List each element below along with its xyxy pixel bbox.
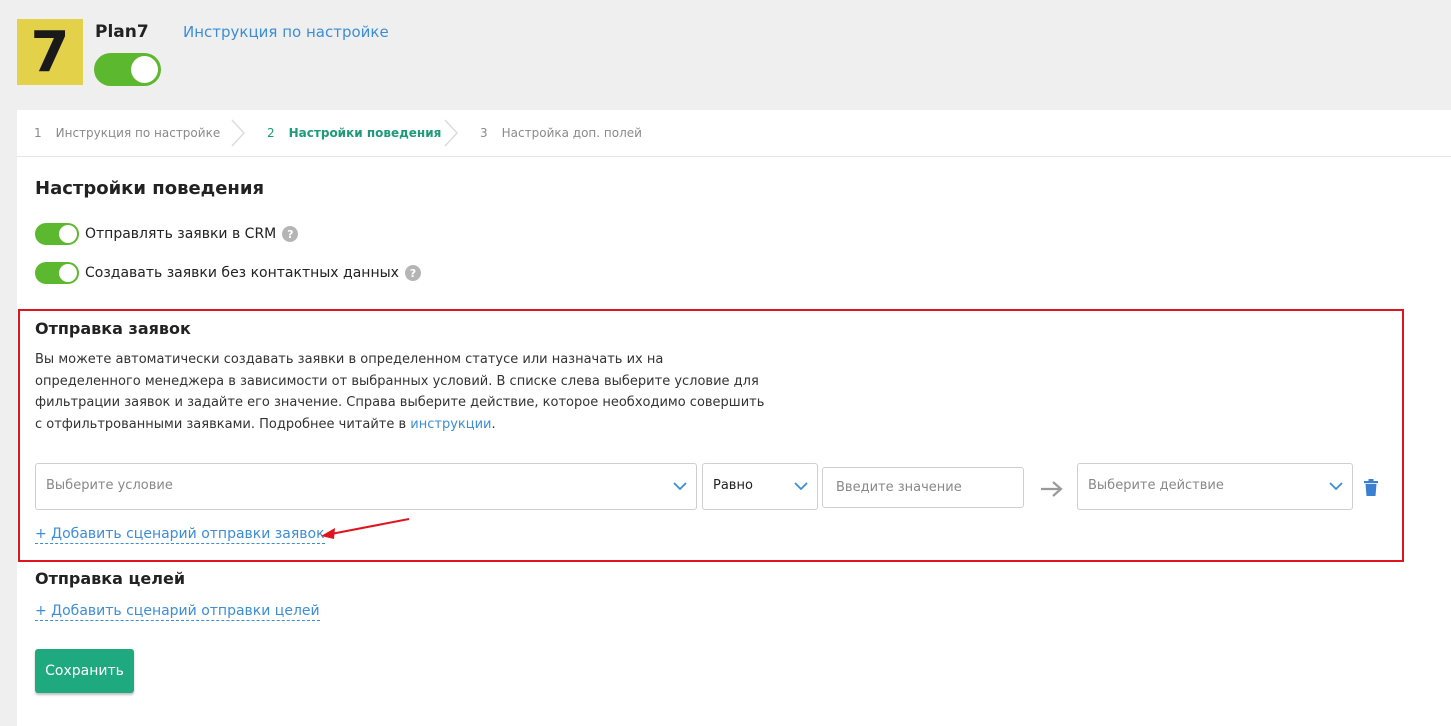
app-enabled-toggle[interactable] bbox=[94, 53, 161, 86]
header: 7 Plan7 Инструкция по настройке bbox=[0, 0, 1451, 110]
leads-section-title: Отправка заявок bbox=[35, 319, 191, 338]
page-title: Настройки поведения bbox=[35, 178, 265, 199]
leads-description: Вы можете автоматически создавать заявки… bbox=[35, 349, 765, 435]
action-placeholder: Выберите действие bbox=[1088, 478, 1224, 493]
action-select[interactable]: Выберите действие bbox=[1077, 463, 1353, 510]
chevron-down-icon bbox=[1329, 482, 1343, 491]
instructions-link[interactable]: инструкции bbox=[410, 417, 491, 432]
description-end: . bbox=[491, 416, 496, 432]
toggle-knob bbox=[59, 264, 77, 282]
toggle-label: Создавать заявки без контактных данных bbox=[85, 265, 399, 281]
step-chevron-icon bbox=[444, 119, 459, 147]
highlight-box bbox=[18, 309, 1404, 562]
help-question-icon[interactable]: ? bbox=[282, 226, 299, 242]
step-behavior[interactable]: 2 Настройки поведения bbox=[267, 126, 441, 140]
save-button[interactable]: Сохранить bbox=[35, 649, 134, 693]
step-instructions[interactable]: 1 Инструкция по настройке bbox=[34, 126, 220, 140]
condition-placeholder: Выберите условие bbox=[46, 478, 173, 493]
chevron-down-icon bbox=[794, 482, 808, 491]
step-extra-fields[interactable]: 3 Настройка доп. полей bbox=[480, 126, 642, 140]
help-link[interactable]: Инструкция по настройке bbox=[183, 23, 389, 41]
toggle-row-send-crm: Отправлять заявки в CRM ? bbox=[35, 223, 299, 245]
condition-select[interactable]: Выберите условие bbox=[35, 463, 697, 510]
help-question-icon[interactable]: ? bbox=[404, 265, 421, 281]
step-chevron-icon bbox=[231, 119, 246, 147]
toggle-knob bbox=[131, 56, 158, 83]
step-label: Инструкция по настройке bbox=[55, 126, 221, 140]
settings-card: 1 Инструкция по настройке 2 Настройки пове… bbox=[17, 110, 1451, 726]
operator-select[interactable]: Равно bbox=[702, 463, 818, 510]
goals-section-title: Отправка целей bbox=[35, 569, 186, 588]
step-label: Настройка доп. полей bbox=[501, 126, 642, 140]
operator-value: Равно bbox=[713, 478, 753, 493]
value-input[interactable] bbox=[822, 467, 1024, 508]
no-contacts-toggle[interactable] bbox=[35, 262, 79, 284]
chevron-down-icon bbox=[673, 482, 687, 491]
step-number: 3 bbox=[480, 126, 488, 140]
step-label: Настройки поведения bbox=[288, 126, 442, 140]
toggle-knob bbox=[59, 225, 77, 243]
app-title: Plan7 bbox=[95, 22, 149, 42]
step-number: 1 bbox=[34, 126, 42, 140]
toggle-label: Отправлять заявки в CRM bbox=[85, 226, 277, 242]
add-leads-scenario-link[interactable]: + Добавить сценарий отправки заявок bbox=[35, 526, 325, 544]
toggle-row-no-contacts: Создавать заявки без контактных данных ? bbox=[35, 262, 421, 284]
add-goals-scenario-link[interactable]: + Добавить сценарий отправки целей bbox=[35, 603, 320, 621]
annotation-arrow-icon bbox=[321, 518, 410, 539]
arrow-right-icon bbox=[1041, 481, 1063, 497]
send-crm-toggle[interactable] bbox=[35, 223, 79, 245]
wizard-steps: 1 Инструкция по настройке 2 Настройки пове… bbox=[17, 110, 1451, 157]
description-text: Вы можете автоматически создавать заявки… bbox=[35, 352, 765, 432]
trash-icon[interactable] bbox=[1363, 479, 1379, 497]
app-logo: 7 bbox=[17, 19, 83, 85]
step-number: 2 bbox=[267, 126, 275, 140]
